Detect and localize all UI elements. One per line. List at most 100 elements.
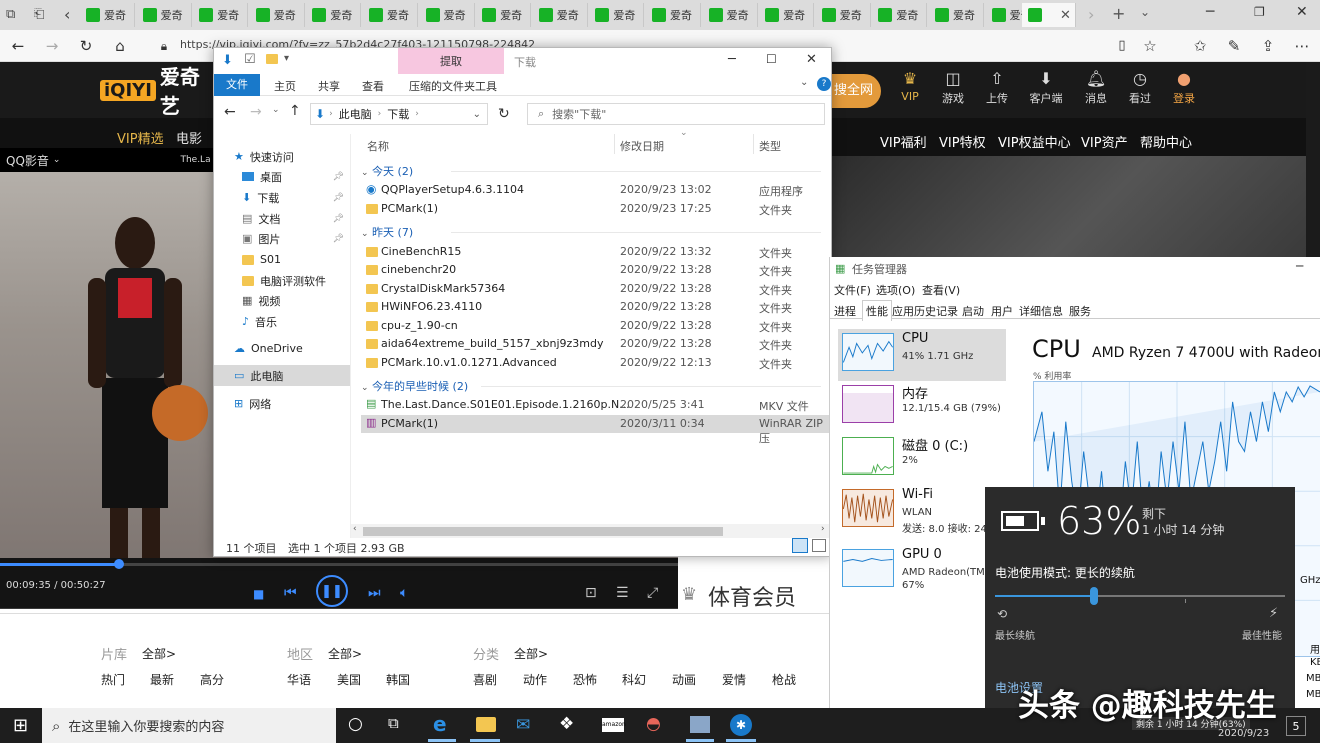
large-icons-view-icon[interactable] [812,539,826,552]
nav-music[interactable]: ♪ 音乐 [214,311,350,332]
forward-icon[interactable]: → [42,36,62,56]
browser-tab[interactable]: 爱奇 [589,3,645,27]
help-icon[interactable]: ? [817,77,831,91]
scroll-left-icon[interactable]: ‹ [353,524,357,534]
browser-tab[interactable]: 爱奇 [476,3,532,27]
tab-scroll-right-icon[interactable]: › [1088,5,1094,24]
login-item[interactable]: ● 登录 [1162,68,1206,106]
nav-benchmark-software[interactable]: 电脑评测软件 [214,270,350,291]
filter-chinese[interactable]: 华语 [287,671,311,688]
file-row[interactable]: ▤ The.Last.Dance.S01E01.Episode.1.2160p.N… [361,396,831,414]
nav-downloads[interactable]: ⬇ 下载 📌︎ [214,187,350,208]
extract-context-tab[interactable]: 提取 [398,48,504,74]
back-icon[interactable]: ← [224,104,236,120]
file-row[interactable]: ◉ QQPlayerSetup4.6.3.1104 2020/9/23 13:02 应… [361,181,831,199]
tab-scroll-left-icon[interactable]: ‹ [64,5,70,24]
pen-icon[interactable]: ✎ [1224,36,1244,56]
qq-player-menu[interactable]: QQ影音 [6,152,49,169]
file-row-selected[interactable]: ▥ PCMark(1) 2020/3/11 0:34 WinRAR ZIP 压 [361,415,831,445]
nav-vip-privilege[interactable]: VIP特权 [939,132,986,151]
nav-vip-rights[interactable]: VIP权益中心 [998,132,1071,151]
filter-hot[interactable]: 热门 [101,671,125,688]
nav-help-center[interactable]: 帮助中心 [1140,132,1192,151]
browser-tab[interactable]: 爱奇 [420,3,475,27]
client-item[interactable]: ⬇ 客户端 [1024,68,1068,106]
filter-usa[interactable]: 美国 [337,671,361,688]
menu-options[interactable]: 选项(O) [876,282,915,298]
filter-action[interactable]: 动作 [523,671,547,688]
quick-access-chevron-icon[interactable]: ▾ [284,53,289,64]
file-row[interactable]: PCMark(1) 2020/9/23 17:25 文件夹 [361,200,831,218]
home-icon[interactable]: ⌂ [110,36,130,56]
group-today[interactable]: ⌄ 今天 (2) [361,163,413,179]
browser-tab[interactable]: 爱奇 [872,3,928,27]
power-mode-slider-thumb[interactable] [1089,587,1098,605]
history-item[interactable]: ◷ 看过 [1118,68,1162,106]
column-type[interactable]: 类型 [759,138,781,154]
ribbon-tab-compressed-tools[interactable]: 压缩的文件夹工具 [409,78,497,94]
file-row[interactable]: CineBenchR15 2020/9/22 13:32 文件夹 [361,243,831,261]
amazon-icon[interactable]: amazon [602,718,626,732]
vip-item[interactable]: ♛ VIP [888,68,932,103]
screenshot-icon[interactable]: ⊡ [585,585,597,601]
task-view-icon[interactable]: ⧉ [388,714,399,732]
minimize-icon[interactable]: ─ [1206,4,1214,20]
nav-onedrive[interactable]: ☁ OneDrive [214,338,350,359]
file-row[interactable]: cpu-z_1.90-cn 2020/9/22 13:28 文件夹 [361,317,831,335]
maximize-icon[interactable]: ☐ [766,52,777,66]
mail-icon[interactable]: ✉ [516,715,530,735]
filter-horror[interactable]: 恐怖 [573,671,597,688]
browser-tab[interactable]: 爱奇 [137,3,192,27]
recent-chevron-icon[interactable]: ⌄ [272,105,280,115]
filter-romance[interactable]: 爱情 [722,671,746,688]
column-date[interactable]: 修改日期 [620,138,664,154]
perf-item-wifi[interactable]: Wi-Fi WLAN 发送: 8.0 接收: 24 [838,485,1006,537]
taskbar-date[interactable]: 2020/9/23 [1218,728,1269,739]
tab-preview-icon[interactable]: ⎗ [34,7,44,22]
dropbox-icon[interactable]: ❖ [559,714,574,734]
restore-icon[interactable]: ❐ [1254,5,1265,19]
file-explorer-icon[interactable] [476,717,496,732]
message-item[interactable]: 🔔︎ 消息 [1074,68,1118,106]
qq-player-icon[interactable]: ✱ [730,714,752,736]
filter-gunfight[interactable]: 枪战 [772,671,796,688]
control-panel-icon[interactable] [690,716,710,733]
cortana-icon[interactable]: ○ [348,714,363,734]
tab-performance[interactable]: 性能 [862,300,892,321]
windows-start-icon[interactable]: ⊞ [13,715,28,736]
nav-this-pc[interactable]: ▭ 此电脑 [214,365,350,386]
breadcrumb-downloads[interactable]: 下载 [387,106,409,122]
browser-tab[interactable]: 爱奇 [363,3,418,27]
browser-tab[interactable]: 爱奇 [703,3,758,27]
volume-icon[interactable]: 🔈︎ [400,585,408,601]
filter-value-category[interactable]: 全部> [514,645,548,662]
tab-app-history[interactable]: 应用历史记录 [892,303,958,319]
browser-tab[interactable]: 爱奇 [306,3,362,27]
ribbon-tab-share[interactable]: 共享 [318,78,340,94]
up-icon[interactable]: ↑ [289,103,301,119]
nav-documents[interactable]: ▤ 文档 📌︎ [214,208,350,229]
tab-services[interactable]: 服务 [1069,303,1091,319]
pause-icon[interactable]: ❚❚ [316,575,348,607]
tab-users[interactable]: 用户 [991,303,1013,319]
browser-tab[interactable]: 爱奇 [646,3,701,27]
chevron-down-icon[interactable]: ⌄ [53,155,61,165]
horizontal-scrollbar[interactable]: ‹ › [351,524,831,538]
ribbon-tab-home[interactable]: 主页 [274,78,296,94]
taskbar-search-box[interactable]: ⌕ 在这里输入你要搜索的内容 [42,708,336,743]
ribbon-expand-chevron-icon[interactable]: ⌄ [800,77,808,88]
nav-network[interactable]: ⊞ 网络 [214,393,350,414]
nav-vip-welfare[interactable]: VIP福利 [880,132,927,151]
nav-quick-access[interactable]: ★ 快速访问 [214,146,350,167]
minimize-icon[interactable]: ─ [728,52,736,67]
more-icon[interactable]: ⋯ [1292,36,1312,56]
column-name[interactable]: 名称 [367,138,389,154]
browser-tab[interactable]: 爱奇 [929,3,984,27]
filter-top-rated[interactable]: 高分 [200,671,224,688]
browser-tab[interactable]: 爱奇 [193,3,249,27]
filter-value-region[interactable]: 全部> [328,645,362,662]
upload-item[interactable]: ⇧ 上传 [975,68,1019,106]
close-icon[interactable]: ✕ [806,52,817,67]
breadcrumb-this-pc[interactable]: 此电脑 [339,106,372,122]
menu-file[interactable]: 文件(F) [834,282,871,298]
